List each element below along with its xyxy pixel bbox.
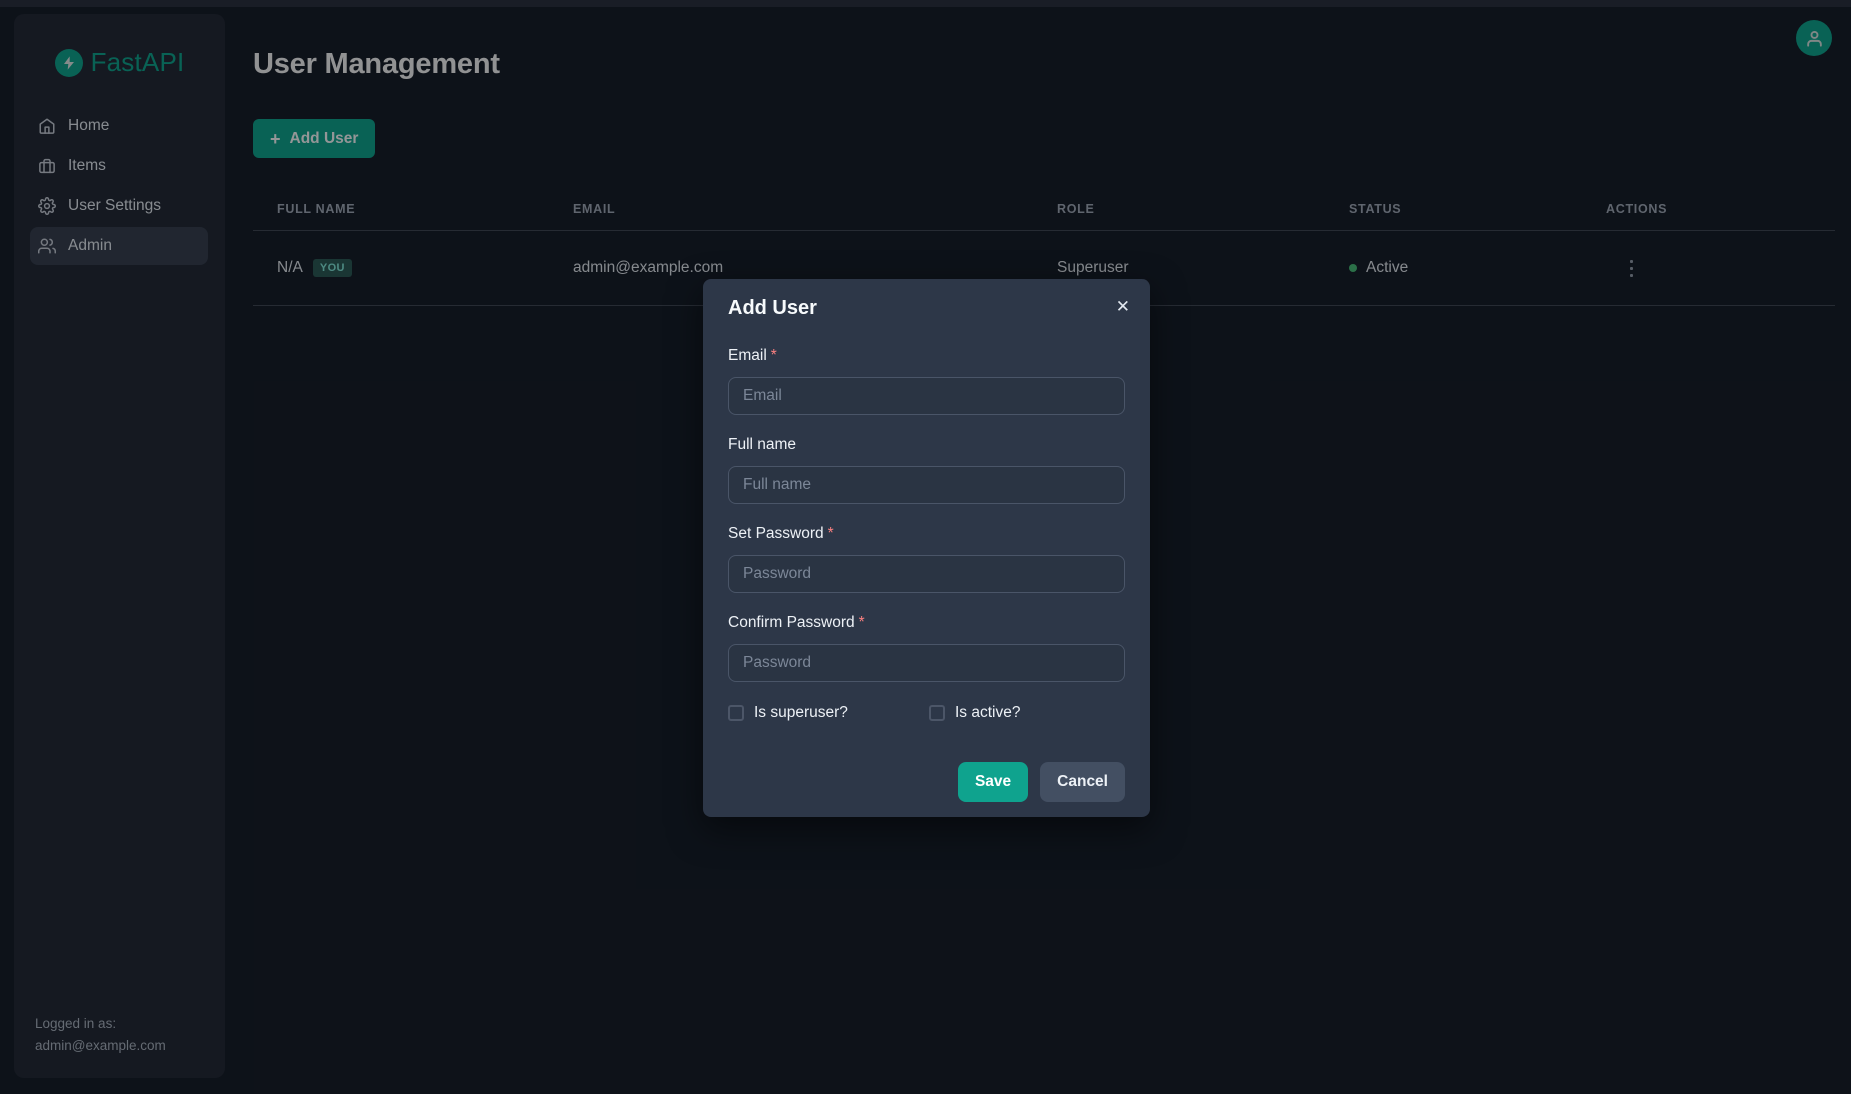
checkbox-icon <box>929 705 945 721</box>
set-password-field[interactable] <box>728 555 1125 593</box>
email-field-group: Email* <box>728 346 1125 415</box>
is-superuser-checkbox[interactable]: Is superuser? <box>728 704 929 722</box>
add-user-form: Email* Full name Set Password* Confirm P… <box>728 346 1125 802</box>
full-name-field[interactable] <box>728 466 1125 504</box>
required-marker: * <box>828 525 834 542</box>
confirm-password-label: Confirm Password <box>728 614 855 631</box>
required-marker: * <box>771 347 777 364</box>
save-button[interactable]: Save <box>958 762 1028 802</box>
is-active-label: Is active? <box>955 704 1020 722</box>
cancel-button[interactable]: Cancel <box>1040 762 1125 802</box>
email-label: Email <box>728 347 767 364</box>
is-active-checkbox[interactable]: Is active? <box>929 704 1020 722</box>
close-icon[interactable]: ✕ <box>1110 292 1136 321</box>
confirm-password-field[interactable] <box>728 644 1125 682</box>
add-user-modal: Add User ✕ Email* Full name Set Password… <box>703 279 1150 817</box>
modal-title: Add User <box>728 296 1125 320</box>
required-marker: * <box>859 614 865 631</box>
full-name-label: Full name <box>728 436 796 453</box>
modal-footer: Save Cancel <box>728 762 1125 802</box>
checkbox-row: Is superuser? Is active? <box>728 704 1125 722</box>
set-password-field-group: Set Password* <box>728 524 1125 593</box>
is-superuser-label: Is superuser? <box>754 704 848 722</box>
full-name-field-group: Full name <box>728 435 1125 504</box>
email-field[interactable] <box>728 377 1125 415</box>
checkbox-icon <box>728 705 744 721</box>
set-password-label: Set Password <box>728 525 824 542</box>
confirm-password-field-group: Confirm Password* <box>728 613 1125 682</box>
